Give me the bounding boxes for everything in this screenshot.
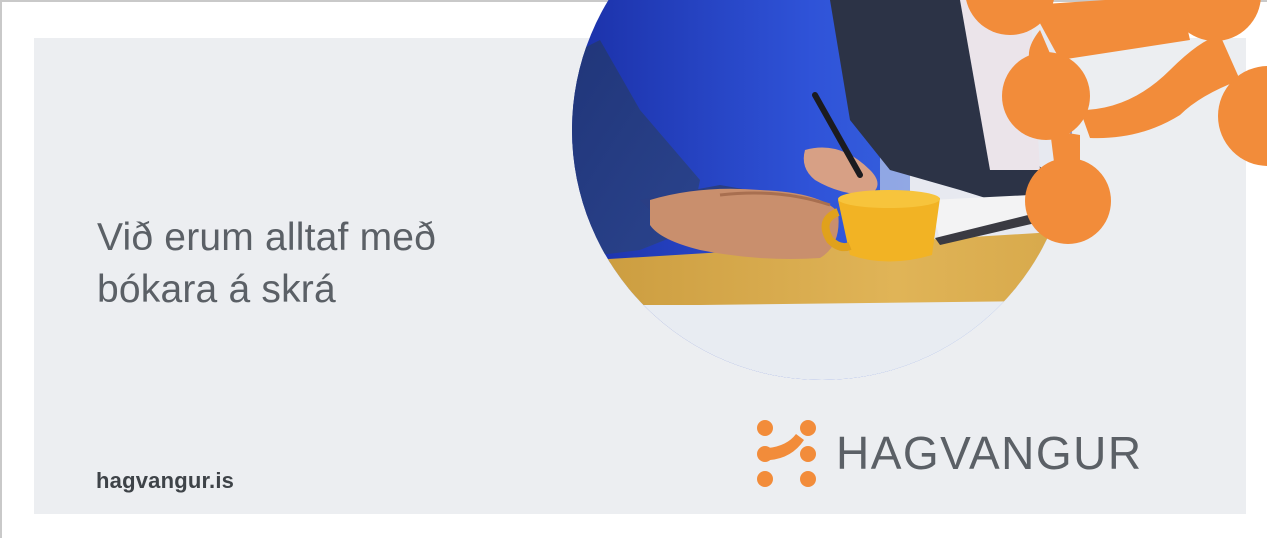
- headline-line-2: bókara á skrá: [97, 268, 336, 311]
- website-link[interactable]: hagvangur.is: [96, 468, 234, 494]
- ad-headline: Við erum alltaf með bókara á skrá: [97, 212, 517, 316]
- brand-name: HAGVANGUR: [836, 427, 1143, 479]
- hagvangur-logo[interactable]: HAGVANGUR: [752, 418, 1143, 488]
- hagvangur-molecule-icon: [757, 420, 816, 487]
- headline-line-1: Við erum alltaf með: [97, 216, 437, 259]
